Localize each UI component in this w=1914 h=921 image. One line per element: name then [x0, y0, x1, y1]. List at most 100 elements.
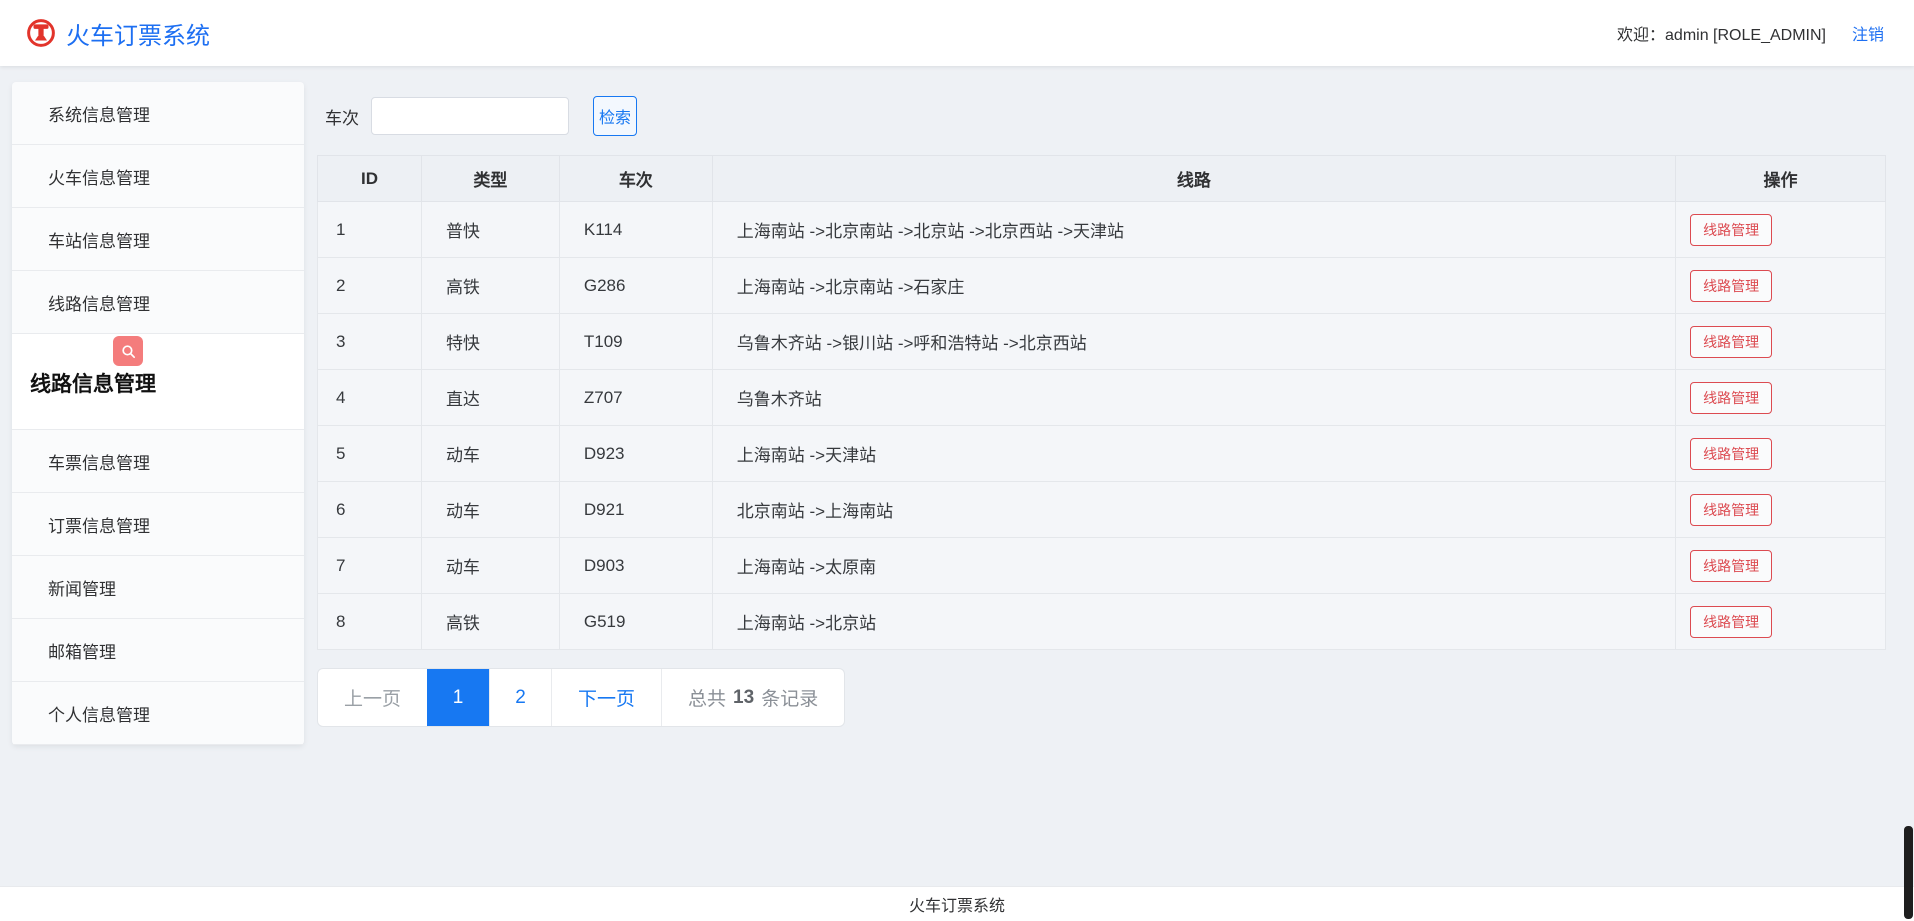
cell-type: 普快 — [421, 202, 559, 258]
vertical-scrollbar-thumb[interactable] — [1904, 826, 1913, 919]
cell-id: 2 — [318, 258, 422, 314]
cell-train-no: D923 — [559, 426, 712, 482]
route-manage-button[interactable]: 线路管理 — [1690, 270, 1772, 302]
total-prefix: 总共 — [688, 684, 726, 711]
col-header-train-no: 车次 — [559, 156, 712, 202]
search-button[interactable]: 检索 — [593, 96, 637, 136]
col-header-actions: 操作 — [1676, 156, 1886, 202]
table-row: 7动车D903上海南站 ->太原南线路管理 — [318, 538, 1886, 594]
pagination-prev[interactable]: 上一页 — [318, 669, 427, 726]
cell-actions: 线路管理 — [1676, 314, 1886, 370]
sidebar-item-label: 线路信息管理 — [48, 290, 150, 315]
table-row: 3特快T109乌鲁木齐站 ->银川站 ->呼和浩特站 ->北京西站线路管理 — [318, 314, 1886, 370]
sidebar-item[interactable]: 邮箱管理 — [12, 619, 304, 682]
sidebar-item-label: 个人信息管理 — [48, 701, 150, 726]
pagination-next[interactable]: 下一页 — [551, 669, 661, 726]
cell-route: 上海南站 ->北京站 — [712, 594, 1675, 650]
welcome-text: 欢迎：admin [ROLE_ADMIN] — [1617, 21, 1826, 45]
sidebar-item-label: 系统信息管理 — [48, 101, 150, 126]
table-row: 5动车D923上海南站 ->天津站线路管理 — [318, 426, 1886, 482]
cell-type: 高铁 — [421, 258, 559, 314]
sidebar-item[interactable]: 新闻管理 — [12, 556, 304, 619]
routes-table: ID 类型 车次 线路 操作 1普快K114上海南站 ->北京南站 ->北京站 … — [317, 155, 1886, 650]
app-footer: 火车订票系统 — [0, 886, 1914, 921]
cell-type: 特快 — [421, 314, 559, 370]
record-count: 13 — [733, 687, 754, 709]
cell-actions: 线路管理 — [1676, 258, 1886, 314]
cell-id: 8 — [318, 594, 422, 650]
cell-id: 7 — [318, 538, 422, 594]
cell-train-no: G519 — [559, 594, 712, 650]
col-header-type: 类型 — [421, 156, 559, 202]
sidebar-item[interactable]: 线路信息管理 — [12, 271, 304, 334]
brand: 火车订票系统 — [26, 16, 210, 51]
cell-type: 直达 — [421, 370, 559, 426]
sidebar-item-label: 邮箱管理 — [48, 638, 116, 663]
cell-actions: 线路管理 — [1676, 482, 1886, 538]
cell-route: 北京南站 ->上海南站 — [712, 482, 1675, 538]
cell-train-no: D903 — [559, 538, 712, 594]
table-row: 4直达Z707乌鲁木齐站线路管理 — [318, 370, 1886, 426]
cell-id: 1 — [318, 202, 422, 258]
sidebar-item-label: 车站信息管理 — [48, 227, 150, 252]
sidebar-item[interactable]: 个人信息管理 — [12, 682, 304, 745]
cell-route: 上海南站 ->北京南站 ->石家庄 — [712, 258, 1675, 314]
pagination: 上一页 12 下一页 总共 13 条记录 — [317, 668, 845, 727]
pagination-total: 总共 13 条记录 — [661, 669, 844, 726]
routes-table-body: 1普快K114上海南站 ->北京南站 ->北京站 ->北京西站 ->天津站线路管… — [318, 202, 1886, 650]
col-header-id: ID — [318, 156, 422, 202]
logout-link[interactable]: 注销 — [1852, 21, 1884, 45]
col-header-route: 线路 — [712, 156, 1675, 202]
cell-id: 4 — [318, 370, 422, 426]
table-row: 8高铁G519上海南站 ->北京站线路管理 — [318, 594, 1886, 650]
pagination-page-1[interactable]: 1 — [427, 669, 489, 726]
sidebar-item[interactable]: 订票信息管理 — [12, 493, 304, 556]
sidebar-item[interactable]: 车站信息管理 — [12, 208, 304, 271]
cell-type: 动车 — [421, 538, 559, 594]
train-no-label: 车次 — [325, 104, 359, 129]
cell-train-no: Z707 — [559, 370, 712, 426]
cell-type: 动车 — [421, 426, 559, 482]
cell-actions: 线路管理 — [1676, 594, 1886, 650]
cell-actions: 线路管理 — [1676, 202, 1886, 258]
cell-train-no: T109 — [559, 314, 712, 370]
cell-id: 5 — [318, 426, 422, 482]
total-suffix: 条记录 — [761, 684, 818, 711]
cell-actions: 线路管理 — [1676, 426, 1886, 482]
cell-type: 动车 — [421, 482, 559, 538]
header-user-area: 欢迎：admin [ROLE_ADMIN] 注销 — [1617, 21, 1884, 45]
table-row: 2高铁G286上海南站 ->北京南站 ->石家庄线路管理 — [318, 258, 1886, 314]
sidebar-item-label: 车票信息管理 — [48, 449, 150, 474]
railway-logo-icon — [26, 18, 56, 48]
sidebar-item-active[interactable]: 线路信息管理 — [12, 334, 304, 430]
cell-route: 上海南站 ->太原南 — [712, 538, 1675, 594]
sidebar-item-label: 火车信息管理 — [48, 164, 150, 189]
cell-route: 乌鲁木齐站 — [712, 370, 1675, 426]
cell-route: 乌鲁木齐站 ->银川站 ->呼和浩特站 ->北京西站 — [712, 314, 1675, 370]
sidebar-item[interactable]: 火车信息管理 — [12, 145, 304, 208]
route-manage-button[interactable]: 线路管理 — [1690, 494, 1772, 526]
cell-route: 上海南站 ->天津站 — [712, 426, 1675, 482]
table-row: 1普快K114上海南站 ->北京南站 ->北京站 ->北京西站 ->天津站线路管… — [318, 202, 1886, 258]
main-area: 系统信息管理火车信息管理车站信息管理线路信息管理线路信息管理车票信息管理订票信息… — [0, 66, 1914, 886]
train-no-input[interactable] — [371, 97, 569, 135]
app-title: 火车订票系统 — [66, 16, 210, 51]
cell-id: 6 — [318, 482, 422, 538]
sidebar-item-label: 新闻管理 — [48, 575, 116, 600]
cell-train-no: D921 — [559, 482, 712, 538]
cell-route: 上海南站 ->北京南站 ->北京站 ->北京西站 ->天津站 — [712, 202, 1675, 258]
sidebar-item-label: 线路信息管理 — [30, 373, 156, 396]
table-row: 6动车D921北京南站 ->上海南站线路管理 — [318, 482, 1886, 538]
search-icon — [113, 336, 143, 366]
route-manage-button[interactable]: 线路管理 — [1690, 550, 1772, 582]
pagination-page-2[interactable]: 2 — [489, 669, 551, 726]
footer-text: 火车订票系统 — [909, 892, 1005, 916]
route-manage-button[interactable]: 线路管理 — [1690, 214, 1772, 246]
route-manage-button[interactable]: 线路管理 — [1690, 438, 1772, 470]
route-manage-button[interactable]: 线路管理 — [1690, 326, 1772, 358]
route-manage-button[interactable]: 线路管理 — [1690, 606, 1772, 638]
route-manage-button[interactable]: 线路管理 — [1690, 382, 1772, 414]
sidebar-item[interactable]: 系统信息管理 — [12, 82, 304, 145]
search-form: 车次 检索 — [317, 96, 1886, 136]
sidebar-item[interactable]: 车票信息管理 — [12, 430, 304, 493]
